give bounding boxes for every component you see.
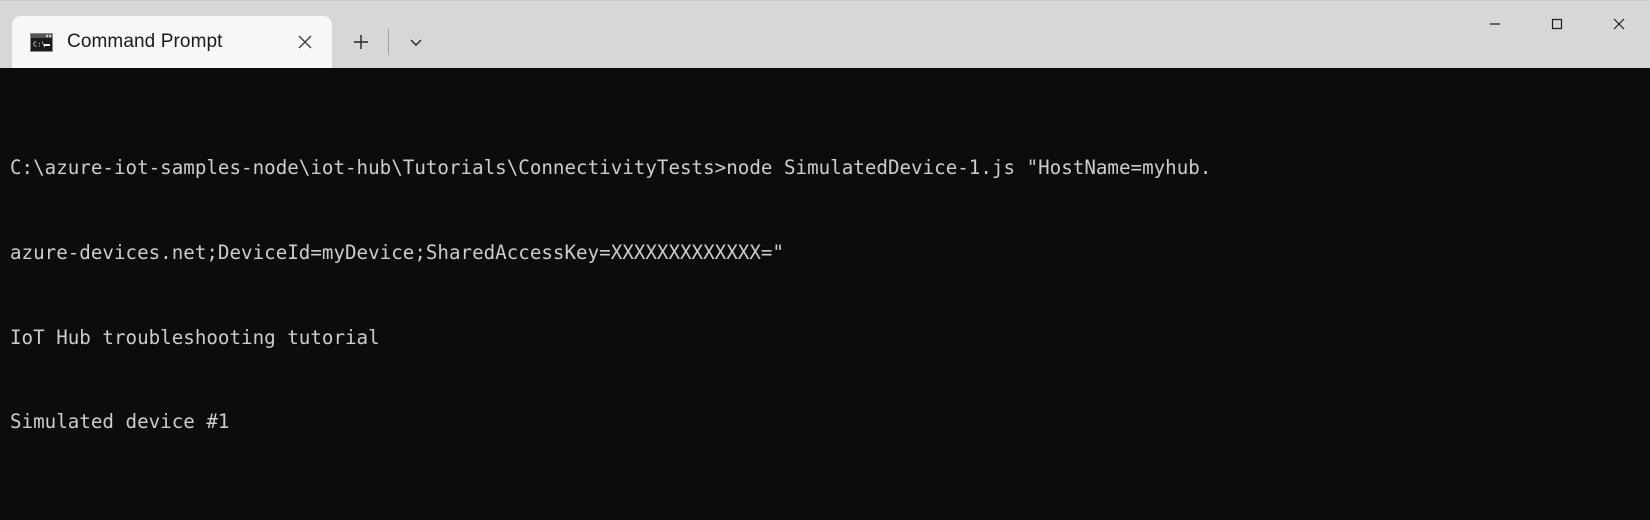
terminal-line: azure-devices.net;DeviceId=myDevice;Shar… xyxy=(10,241,784,265)
new-tab-area xyxy=(332,16,439,68)
terminal-window: C:\ Command Prompt C:\azure-iot-samples-… xyxy=(0,0,1650,520)
terminal-line: IoT Hub troubleshooting tutorial xyxy=(10,325,380,349)
command-prompt-icon: C:\ xyxy=(30,32,53,52)
window-controls xyxy=(1464,1,1650,68)
new-tab-button[interactable] xyxy=(338,22,384,62)
terminal-line: C:\azure-iot-samples-node\iot-hub\Tutori… xyxy=(10,156,1212,180)
terminal-output[interactable]: C:\azure-iot-samples-node\iot-hub\Tutori… xyxy=(0,68,1650,520)
tab-title: Command Prompt xyxy=(67,31,223,52)
minimize-button[interactable] xyxy=(1464,1,1526,47)
tab-close-icon[interactable] xyxy=(288,25,322,59)
title-bar[interactable]: C:\ Command Prompt xyxy=(0,0,1650,68)
terminal-line: Simulated device #1 xyxy=(10,410,230,434)
tab-strip-divider xyxy=(388,29,389,55)
tab-strip: C:\ Command Prompt xyxy=(0,1,1464,68)
maximize-button[interactable] xyxy=(1526,1,1588,47)
svg-text:C:\: C:\ xyxy=(33,40,46,48)
tab-command-prompt[interactable]: C:\ Command Prompt xyxy=(12,16,332,68)
chevron-down-icon[interactable] xyxy=(393,22,439,62)
close-button[interactable] xyxy=(1588,1,1650,47)
